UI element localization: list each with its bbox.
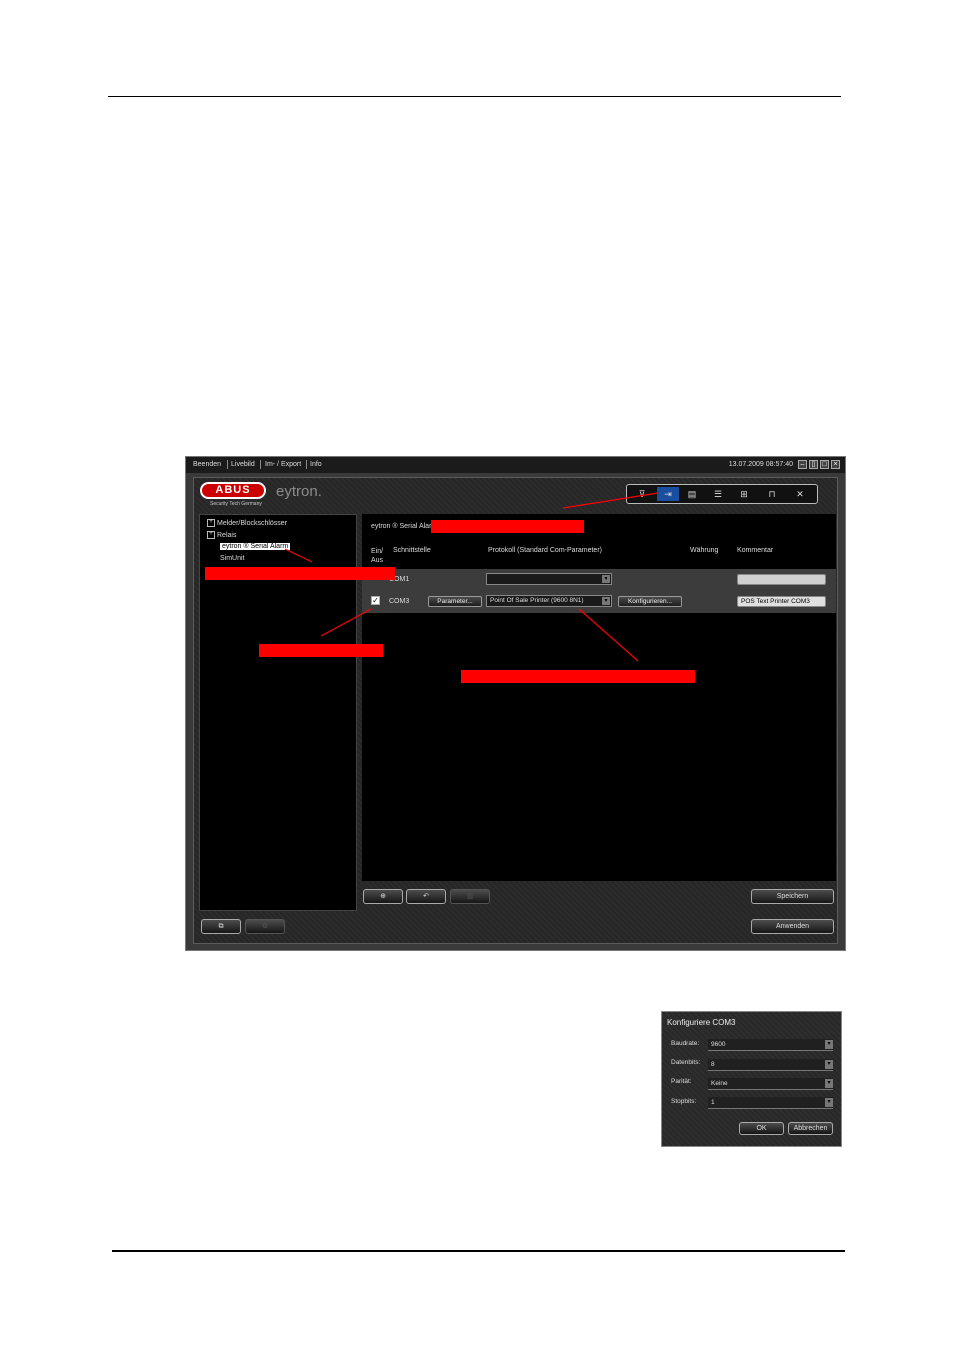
parity-select[interactable]: Keine ▾ — [708, 1078, 833, 1090]
callout-lines — [284, 492, 659, 662]
callout-line-checkbox — [320, 608, 372, 637]
baudrate-label: Baudrate: — [671, 1040, 700, 1047]
ok-button[interactable]: OK — [739, 1122, 784, 1135]
chevron-down-icon: ▾ — [825, 1040, 833, 1049]
baudrate-select[interactable]: 9600 ▾ — [708, 1039, 833, 1051]
stopbits-label: Stopbits: — [671, 1098, 697, 1105]
chevron-down-icon: ▾ — [825, 1079, 833, 1088]
parity-label: Parität: — [671, 1078, 692, 1085]
chevron-down-icon: ▾ — [825, 1060, 833, 1069]
configure-dialog: Konfiguriere COM3 Baudrate: 9600 ▾ Daten… — [661, 1011, 842, 1147]
callout-line-tree — [284, 548, 313, 563]
cancel-button[interactable]: Abbrechen — [788, 1122, 833, 1135]
dialog-title: Konfiguriere COM3 — [667, 1018, 736, 1027]
databits-label: Datenbits: — [671, 1059, 701, 1066]
callout-line-protocol — [578, 608, 639, 662]
callout-line-toolbar — [562, 492, 659, 509]
databits-select[interactable]: 8 ▾ — [708, 1059, 833, 1071]
chevron-down-icon: ▾ — [825, 1098, 833, 1107]
stopbits-select[interactable]: 1 ▾ — [708, 1097, 833, 1109]
